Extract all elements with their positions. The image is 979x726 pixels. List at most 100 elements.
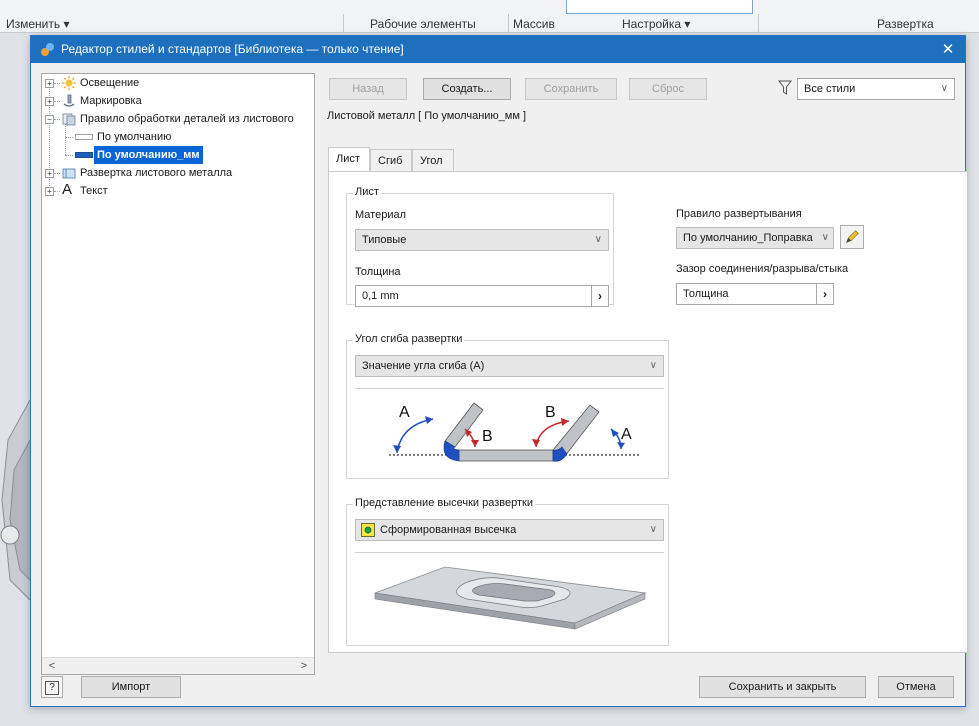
sheet-metal-rule-icon [62, 113, 76, 126]
style-tree[interactable]: + Освещение + Маркировка − Правило обраб… [41, 73, 315, 675]
tree-item-label: Правило обработки деталей из листового [80, 113, 294, 125]
tab-bend[interactable]: Сгиб [370, 149, 412, 171]
cancel-button[interactable]: Отмена [878, 676, 954, 698]
background-ribbon: Изменить ▾ Рабочие элементы Массив Настр… [0, 0, 979, 33]
style-editor-app-icon [41, 43, 54, 56]
tree-item-default-mm[interactable]: По умолчанию_мм [42, 146, 312, 164]
bend-angle-preview: A B B A [355, 388, 664, 473]
bend-angle-diagram: A B B A [389, 402, 639, 462]
bend-angle-group-title: Угол сгиба развертки [353, 333, 465, 345]
chevron-down-icon: ∨ [649, 524, 657, 535]
marking-icon [63, 94, 75, 107]
tree-guide [65, 137, 73, 138]
bend-angle-value: Значение угла сгиба (A) [362, 360, 485, 372]
gap-field[interactable]: Толщина › [676, 283, 834, 305]
expand-arrow-icon[interactable]: › [816, 283, 834, 305]
tree-guide [54, 119, 60, 120]
dialog-title-bar[interactable]: Редактор стилей и стандартов [Библиотека… [31, 36, 965, 63]
tree-item-label: Маркировка [80, 95, 142, 107]
help-icon: ? [45, 681, 59, 695]
material-dropdown[interactable]: Типовые ∨ [355, 229, 609, 251]
ribbon-pattern[interactable]: Массив [513, 17, 555, 31]
material-label: Материал [355, 209, 406, 221]
style-editor-dialog: Редактор стилей и стандартов [Библиотека… [30, 35, 968, 707]
thickness-field[interactable]: 0,1 mm › [355, 285, 609, 307]
dialog-title: Редактор стилей и стандартов [Библиотека… [61, 42, 404, 56]
material-value: Типовые [362, 234, 407, 246]
filter-icon [778, 80, 792, 95]
import-button[interactable]: Импорт [81, 676, 181, 698]
tab-corner[interactable]: Угол [412, 149, 454, 171]
tree-item-label: Освещение [80, 77, 140, 89]
flat-pattern-icon [62, 168, 76, 179]
thickness-label: Толщина [355, 266, 401, 278]
punch-preview [355, 552, 664, 641]
ribbon-flat-pattern[interactable]: Развертка [877, 17, 934, 31]
tree-item-default[interactable]: По умолчанию [42, 128, 312, 146]
tree-guide [54, 101, 60, 102]
tree-guide [54, 83, 60, 84]
help-button[interactable]: ? [41, 676, 63, 698]
collapse-icon[interactable]: − [45, 115, 54, 124]
tree-item-sheet-metal-rule[interactable]: − Правило обработки деталей из листового [42, 110, 312, 128]
tree-guide [54, 191, 60, 192]
chevron-down-icon: ∨ [821, 232, 829, 243]
ribbon-work-features[interactable]: Рабочие элементы [370, 17, 476, 31]
expand-arrow-icon[interactable]: › [591, 285, 609, 307]
ribbon-modify-menu[interactable]: Изменить ▾ [6, 17, 70, 31]
tree-horizontal-scrollbar[interactable]: < > [42, 657, 314, 674]
unfold-rule-label: Правило развертывания [676, 208, 802, 220]
reset-button[interactable]: Сброс [629, 78, 707, 100]
ribbon-setup-menu[interactable]: Настройка ▾ [622, 17, 690, 31]
edit-unfold-rule-button[interactable] [840, 225, 864, 249]
expand-icon[interactable]: + [45, 169, 54, 178]
style-filter-dropdown[interactable]: Все стили ∨ [797, 78, 955, 100]
expand-icon[interactable]: + [45, 187, 54, 196]
save-button[interactable]: Сохранить [525, 78, 617, 100]
back-button[interactable]: Назад [329, 78, 407, 100]
style-filter-value: Все стили [804, 83, 856, 95]
close-icon[interactable]: ✕ [931, 36, 965, 63]
punch-group-title: Представление высечки развертки [353, 497, 535, 509]
tree-item-label: По умолчанию [97, 131, 172, 143]
punch-value: Сформированная высечка [380, 524, 517, 536]
unfold-rule-value: По умолчанию_Поправка [683, 232, 813, 244]
label-b: B [482, 428, 493, 445]
formed-punch-icon [361, 523, 375, 537]
pencil-icon [845, 230, 859, 244]
scroll-right-icon[interactable]: > [296, 658, 312, 674]
save-and-close-button[interactable]: Сохранить и закрыть [699, 676, 866, 698]
expand-icon[interactable]: + [45, 97, 54, 106]
bend-angle-group: Угол сгиба развертки Значение угла сгиба… [346, 333, 669, 479]
tree-item-label: Развертка листового металла [80, 167, 233, 179]
chevron-down-icon: ∨ [649, 360, 657, 371]
style-swatch-icon [75, 152, 93, 158]
chevron-down-icon: ∨ [940, 83, 948, 94]
tree-item-flat-pattern[interactable]: + Развертка листового металла [42, 164, 312, 182]
background-model-part [0, 399, 30, 601]
lighting-icon [62, 76, 76, 90]
chevron-down-icon: ∨ [594, 234, 602, 245]
bend-angle-dropdown[interactable]: Значение угла сгиба (A) ∨ [355, 355, 664, 377]
create-button[interactable]: Создать... [423, 78, 511, 100]
style-swatch-icon [75, 134, 93, 140]
tree-item-text[interactable]: + A Текст [42, 181, 312, 200]
sheet-group-title: Лист [353, 186, 381, 198]
tree-item-label-selected: По умолчанию_мм [94, 146, 203, 164]
tree-item-lighting[interactable]: + Освещение [42, 74, 312, 92]
text-style-icon: A [62, 181, 73, 198]
tab-sheet[interactable]: Лист [328, 147, 370, 171]
sheet-group: Лист Материал Типовые ∨ Толщина 0,1 mm › [346, 186, 614, 307]
tree-item-marking[interactable]: + Маркировка [42, 92, 312, 110]
ribbon-separator [758, 14, 759, 32]
unfold-rule-dropdown[interactable]: По умолчанию_Поправка ∨ [676, 227, 834, 249]
scroll-left-icon[interactable]: < [44, 658, 60, 674]
expand-icon[interactable]: + [45, 79, 54, 88]
label-b: B [545, 404, 556, 421]
label-a: A [621, 426, 632, 443]
ribbon-field[interactable] [566, 0, 753, 14]
tree-guide [54, 173, 60, 174]
style-header: Листовой металл [ По умолчанию_мм ] [327, 110, 527, 122]
ribbon-separator [343, 14, 344, 32]
punch-dropdown[interactable]: Сформированная высечка ∨ [355, 519, 664, 541]
